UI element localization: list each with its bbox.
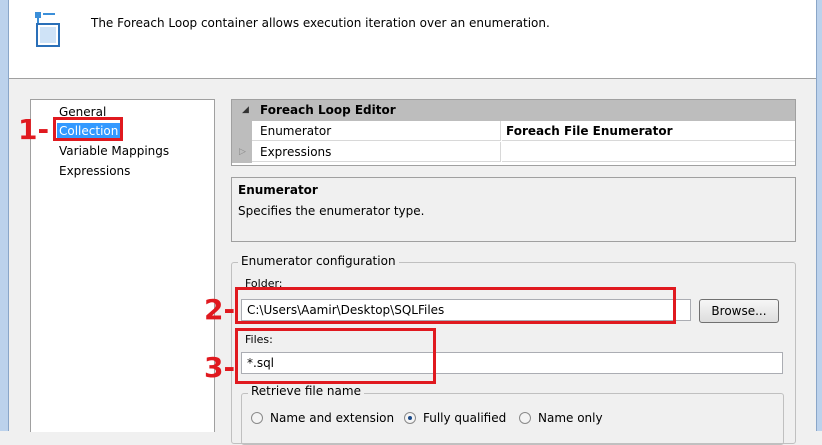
window-frame-right	[816, 0, 822, 431]
annotation-box-folder	[235, 287, 676, 324]
property-value[interactable]: Foreach File Enumerator	[502, 121, 795, 141]
page-navigation: General Collection Variable Mappings Exp…	[30, 99, 215, 432]
annotation-number-1: 1-	[18, 113, 50, 146]
description-text: Specifies the enumerator type.	[238, 204, 425, 218]
property-row-expressions[interactable]: ▷ Expressions	[232, 142, 795, 163]
property-name[interactable]: Expressions	[252, 142, 501, 162]
radio-label[interactable]: Name and extension	[270, 411, 394, 425]
property-category-label: Foreach Loop Editor	[260, 103, 396, 117]
nav-item-expressions[interactable]: Expressions	[57, 163, 132, 179]
header-description: The Foreach Loop container allows execut…	[91, 16, 550, 30]
radio-label[interactable]: Fully qualified	[423, 411, 506, 425]
property-category[interactable]: ◢ Foreach Loop Editor	[232, 100, 795, 121]
property-grid: ◢ Foreach Loop Editor Enumerator Foreach…	[231, 99, 796, 166]
annotation-number-2: 2-	[204, 293, 236, 326]
radio-button-icon[interactable]	[251, 412, 263, 424]
collapse-triangle-icon[interactable]: ◢	[242, 105, 249, 115]
annotation-box-collection	[53, 117, 123, 141]
radio-button-icon[interactable]	[519, 412, 531, 424]
annotation-number-3: 3-	[204, 351, 236, 384]
property-value[interactable]	[502, 142, 795, 162]
editor-header: The Foreach Loop container allows execut…	[9, 0, 816, 79]
enumerator-configuration-title: Enumerator configuration	[238, 254, 399, 268]
window-frame-left	[0, 0, 9, 431]
description-title: Enumerator	[238, 183, 318, 197]
expand-triangle-icon[interactable]: ▷	[239, 147, 246, 157]
property-name[interactable]: Enumerator	[252, 121, 501, 141]
annotation-box-files	[235, 328, 436, 384]
property-row-enumerator[interactable]: Enumerator Foreach File Enumerator	[232, 121, 795, 142]
radio-button-selected-icon[interactable]	[404, 412, 416, 424]
radio-label[interactable]: Name only	[538, 411, 603, 425]
nav-item-variable-mappings[interactable]: Variable Mappings	[57, 143, 171, 159]
property-description-pane: Enumerator Specifies the enumerator type…	[231, 177, 796, 242]
retrieve-file-name-title: Retrieve file name	[248, 384, 364, 398]
foreach-loop-icon	[35, 12, 60, 47]
browse-button[interactable]: Browse...	[699, 299, 779, 323]
